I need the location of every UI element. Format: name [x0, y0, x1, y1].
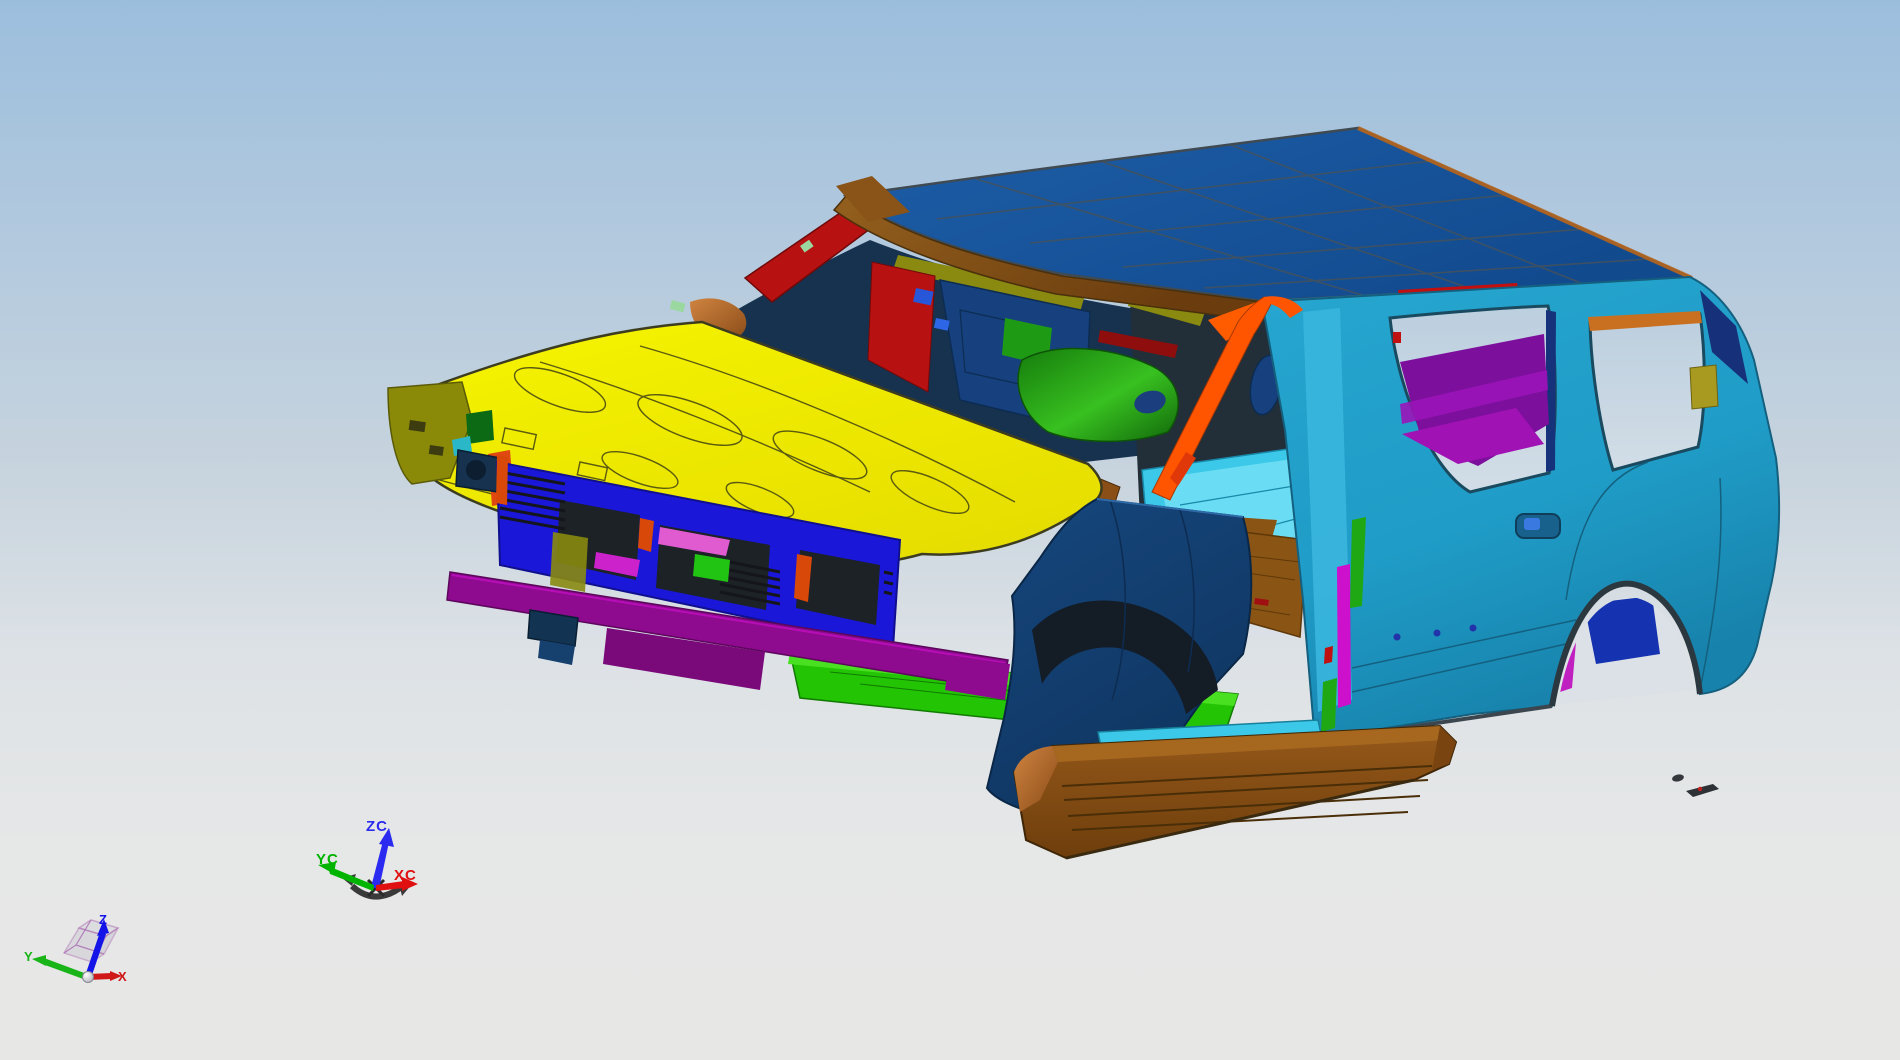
view-x-label: X: [118, 969, 127, 984]
view-z-label: Z: [99, 912, 107, 927]
triad-origin-sphere[interactable]: [82, 971, 94, 983]
quarter-window-opening: [1588, 312, 1706, 472]
cad-viewport[interactable]: ZC YC XC Z Y X: [0, 0, 1900, 1060]
wcs-z-label: ZC: [366, 818, 388, 835]
wcs-y-label: YC: [316, 851, 339, 868]
view-y-label: Y: [24, 949, 33, 964]
seat-belt-bracket: [1689, 364, 1719, 410]
body-side-rear[interactable]: [1260, 275, 1781, 743]
model-canvas[interactable]: ZC YC XC Z Y X: [0, 0, 1900, 1060]
wcs-x-label: XC: [394, 867, 417, 884]
